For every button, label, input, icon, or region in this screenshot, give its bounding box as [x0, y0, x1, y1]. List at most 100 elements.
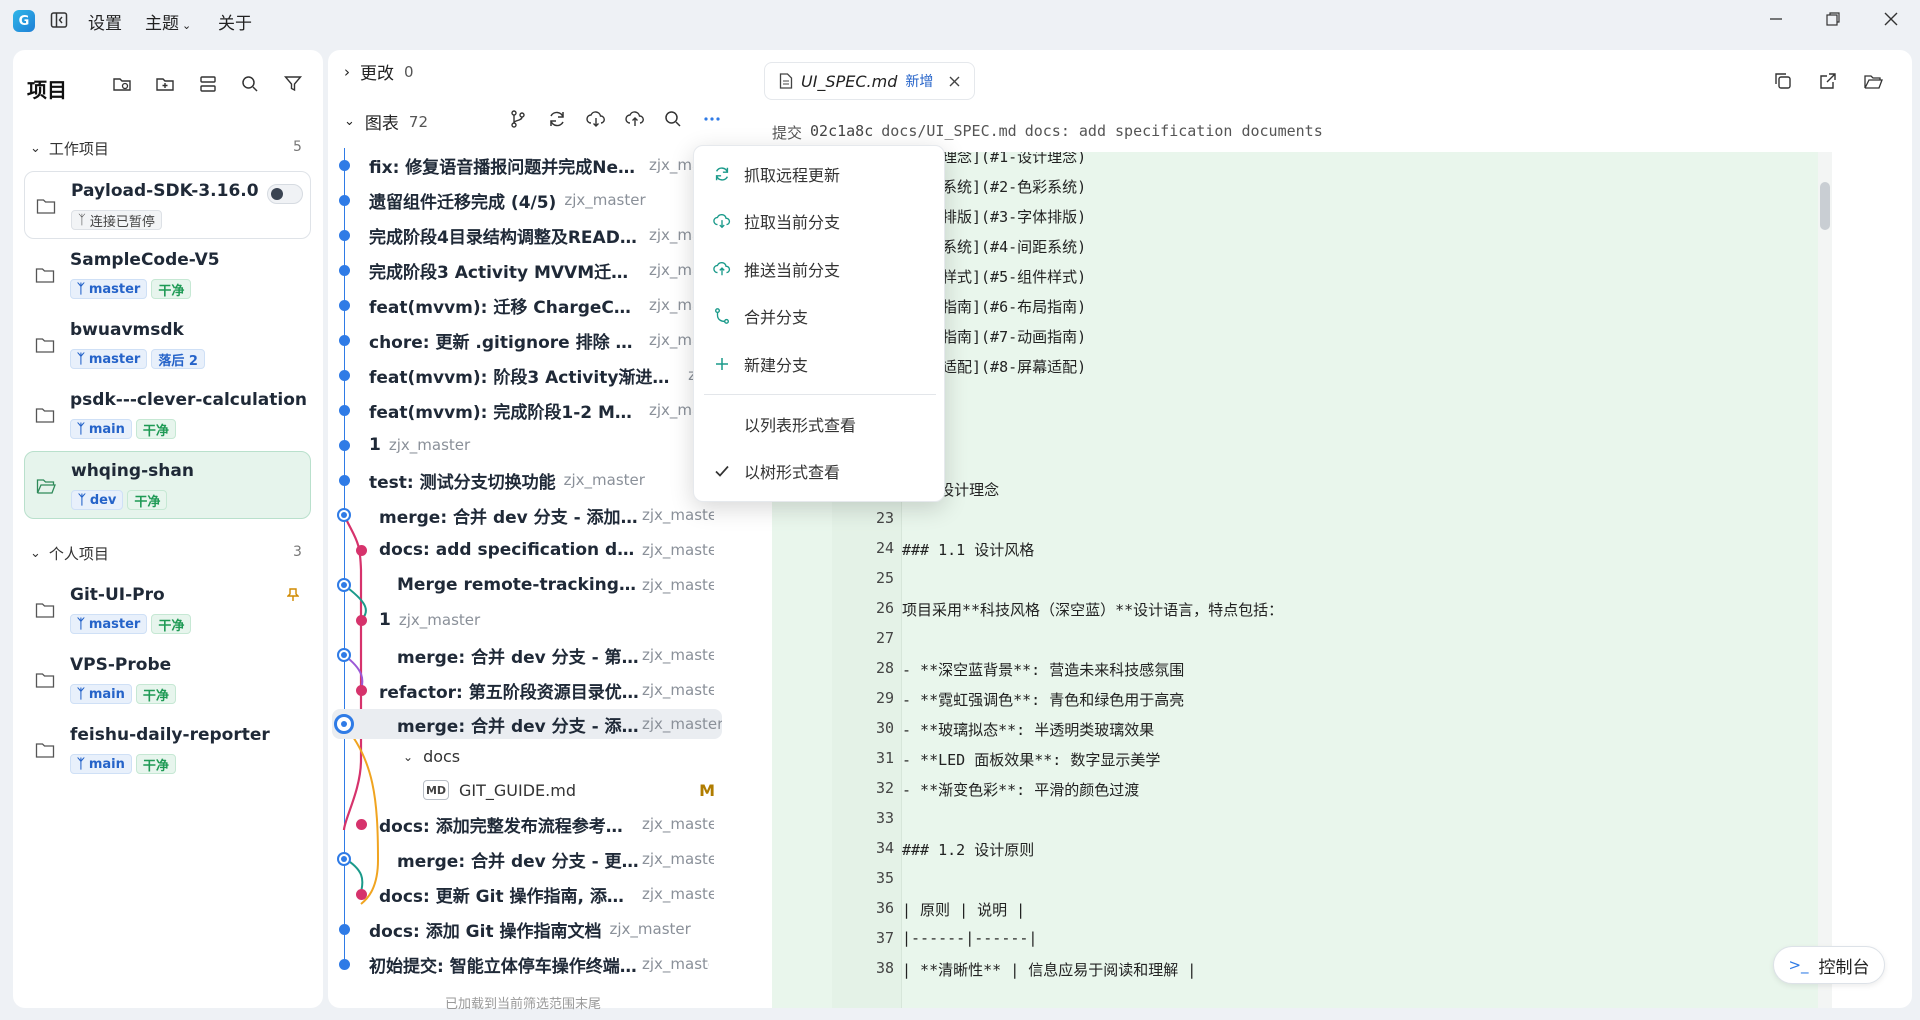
- filter-icon[interactable]: [283, 74, 303, 94]
- chevron-right-icon: ›: [344, 62, 350, 81]
- commit-message: docs: add specification docu...: [379, 540, 639, 560]
- add-folder-icon[interactable]: [155, 74, 175, 94]
- menu-view-as-list[interactable]: 以列表形式查看: [694, 401, 946, 447]
- commit-node: [339, 195, 350, 206]
- external-link-icon[interactable]: [1817, 70, 1839, 92]
- menu-theme[interactable]: 主题 ⌄: [145, 9, 191, 34]
- folder-icon: [35, 741, 55, 759]
- commit-row[interactable]: refactor: 第五阶段资源目录优化...zjx_master: [379, 675, 714, 705]
- commit-row[interactable]: merge: 合并 dev 分支 - 第五...zjx_master: [397, 640, 714, 670]
- commit-author: zjx_master: [642, 850, 714, 868]
- commit-row[interactable]: docs: 更新 Git 操作指南, 添加 ...zjx_master: [379, 879, 714, 909]
- commit-row[interactable]: feat(mvvm): 迁移 ChargeChoos...zjx_mas: [369, 290, 709, 320]
- project-vps-probe[interactable]: VPS-Probe ᛉ main 干净: [24, 646, 311, 714]
- commit-label: 提交: [772, 124, 803, 142]
- app-logo: G: [13, 10, 35, 32]
- close-window-icon[interactable]: [1878, 8, 1904, 30]
- project-name: whqing-shan: [71, 461, 194, 481]
- connection-toggle[interactable]: [267, 184, 303, 204]
- commit-row[interactable]: merge: 合并 dev 分支 - 添加规...zjx_master: [379, 500, 714, 530]
- commit-row[interactable]: chore: 更新 .gitignore 排除 VS ... zjx_mas: [369, 325, 709, 355]
- commit-row[interactable]: 完成阶段3 Activity MVVM迁移 -... zjx_mas: [369, 255, 709, 285]
- commit-message: fix: 修复语音播报问题并完成NetR...: [369, 157, 641, 178]
- branch-name: main: [88, 756, 125, 772]
- commit-row[interactable]: 完成阶段4目录结构调整及READM... zjx_mas: [369, 220, 709, 250]
- folder-search-icon[interactable]: [112, 74, 132, 94]
- menu-fetch-remote[interactable]: 抓取远程更新: [694, 151, 946, 197]
- search-icon[interactable]: [662, 108, 684, 130]
- tree-file-git-guide[interactable]: MD GIT_GUIDE.md M: [423, 776, 715, 804]
- graph-section-header[interactable]: ⌄ 图表 72: [344, 109, 428, 135]
- menu-settings[interactable]: 设置: [88, 9, 122, 34]
- commit-row[interactable]: merge: 合并 dev 分支 - 更新 ...zjx_master: [397, 844, 714, 874]
- open-folder-icon[interactable]: [1862, 70, 1884, 92]
- commit-row[interactable]: 1 zjx_master: [369, 430, 709, 460]
- restore-icon[interactable]: [1820, 8, 1846, 30]
- terminal-icon: >_: [1788, 956, 1809, 974]
- menu-divider: [704, 394, 936, 395]
- menu-merge-branch[interactable]: 合并分支: [694, 293, 946, 339]
- menu-pull-branch[interactable]: 拉取当前分支: [694, 198, 946, 244]
- scrollbar[interactable]: [1818, 152, 1832, 1008]
- commit-node: [356, 685, 367, 696]
- merge-node: [337, 578, 351, 592]
- menu-about[interactable]: 关于: [218, 9, 252, 34]
- commit-author: zjx_master: [642, 955, 709, 973]
- folder-icon: [35, 266, 55, 284]
- commit-row[interactable]: fix: 修复语音播报问题并完成NetR... zjx_mas: [369, 150, 709, 180]
- commit-node: [339, 924, 350, 935]
- project-whqing-shan[interactable]: whqing-shan ᛉ dev 干净: [24, 451, 311, 519]
- commit-row[interactable]: docs: 添加 Git 操作指南文档 zjx_master: [369, 914, 709, 944]
- commit-row[interactable]: feat(mvvm): 阶段3 Activity渐进式迁移zjx: [369, 360, 709, 390]
- commit-node: [339, 959, 350, 970]
- code-line: 38 | **清晰性** | 信息应易于阅读和理解 |: [875, 959, 1197, 979]
- commit-row[interactable]: feat(mvvm): 完成阶段1-2 MVV... zjx_mas: [369, 395, 709, 425]
- commit-row[interactable]: docs: add specification docu...zjx_maste…: [379, 535, 714, 565]
- copy-icon[interactable]: [1772, 70, 1794, 92]
- branch-icon[interactable]: [507, 108, 529, 130]
- branch-badge: ᛉ master: [70, 279, 148, 299]
- refresh-icon[interactable]: [546, 108, 568, 130]
- layers-icon[interactable]: [198, 74, 218, 94]
- commit-row[interactable]: 遗留组件迁移完成 (4/5) zjx_master: [369, 185, 709, 215]
- scrollbar-thumb[interactable]: [1820, 182, 1830, 230]
- commit-row[interactable]: docs: 添加完整发布流程参考到 ...zjx_master: [379, 809, 714, 839]
- minimize-icon[interactable]: [1763, 8, 1789, 30]
- commit-row[interactable]: 初始提交: 智能立体停车操作终端...zjx_master: [369, 949, 709, 979]
- sidebar-toggle-icon[interactable]: [50, 11, 68, 29]
- work-projects-header[interactable]: ⌄ 工作项目: [30, 138, 109, 159]
- project-payload-sdk[interactable]: Payload-SDK-3.16.0 ᛉ 连接已暂停: [24, 171, 311, 239]
- close-icon[interactable]: [949, 76, 960, 87]
- personal-projects-header[interactable]: ⌄ 个人项目: [30, 543, 109, 564]
- commit-node: [339, 370, 350, 381]
- commit-row-selected[interactable]: merge: 合并 dev 分支 - 添加... zjx_master: [332, 709, 722, 739]
- tree-folder-docs[interactable]: ⌄ docs: [403, 747, 460, 766]
- more-icon[interactable]: [701, 108, 723, 130]
- cloud-download-icon[interactable]: [585, 108, 607, 130]
- commit-row[interactable]: test: 测试分支切换功能 zjx_master: [369, 465, 709, 495]
- commit-row[interactable]: Merge remote-tracking bra...zjx_master: [397, 570, 714, 600]
- commit-node: [339, 405, 350, 416]
- project-git-ui-pro[interactable]: Git-UI-Pro ᛉ master 干净: [24, 576, 311, 644]
- commit-message: refactor: 第五阶段资源目录优化...: [379, 682, 639, 703]
- chevron-down-icon: ⌄: [30, 546, 41, 561]
- project-bwuavmsdk[interactable]: bwuavmsdk ᛉ master 落后 2: [24, 311, 311, 379]
- cloud-upload-icon[interactable]: [624, 108, 646, 130]
- chevron-down-icon: ⌄: [182, 19, 192, 32]
- cloud-upload-icon: [712, 259, 732, 279]
- commit-message: merge: 合并 dev 分支 - 第五...: [397, 647, 639, 668]
- project-samplecode-v5[interactable]: SampleCode-V5 ᛉ master 干净: [24, 241, 311, 309]
- menu-new-branch[interactable]: 新建分支: [694, 341, 946, 387]
- project-psdk-clever-calculation[interactable]: psdk---clever-calculation ᛉ main 干净: [24, 381, 311, 449]
- file-tab[interactable]: UI_SPEC.md 新增: [764, 62, 976, 100]
- commit-row[interactable]: 1 zjx_master: [379, 605, 714, 635]
- pin-icon[interactable]: [287, 588, 299, 602]
- menu-view-as-tree[interactable]: 以树形式查看: [694, 448, 946, 494]
- search-icon[interactable]: [240, 74, 260, 94]
- branch-badge: ᛉ main: [70, 684, 132, 704]
- changes-section-header[interactable]: › 更改 0: [344, 59, 414, 85]
- console-button[interactable]: >_ 控制台: [1773, 946, 1885, 984]
- menu-push-branch[interactable]: 推送当前分支: [694, 246, 946, 292]
- code-line: 31- **LED 面板效果**: 数字显示美学: [875, 749, 1161, 769]
- project-feishu-daily-reporter[interactable]: feishu-daily-reporter ᛉ main 干净: [24, 716, 311, 784]
